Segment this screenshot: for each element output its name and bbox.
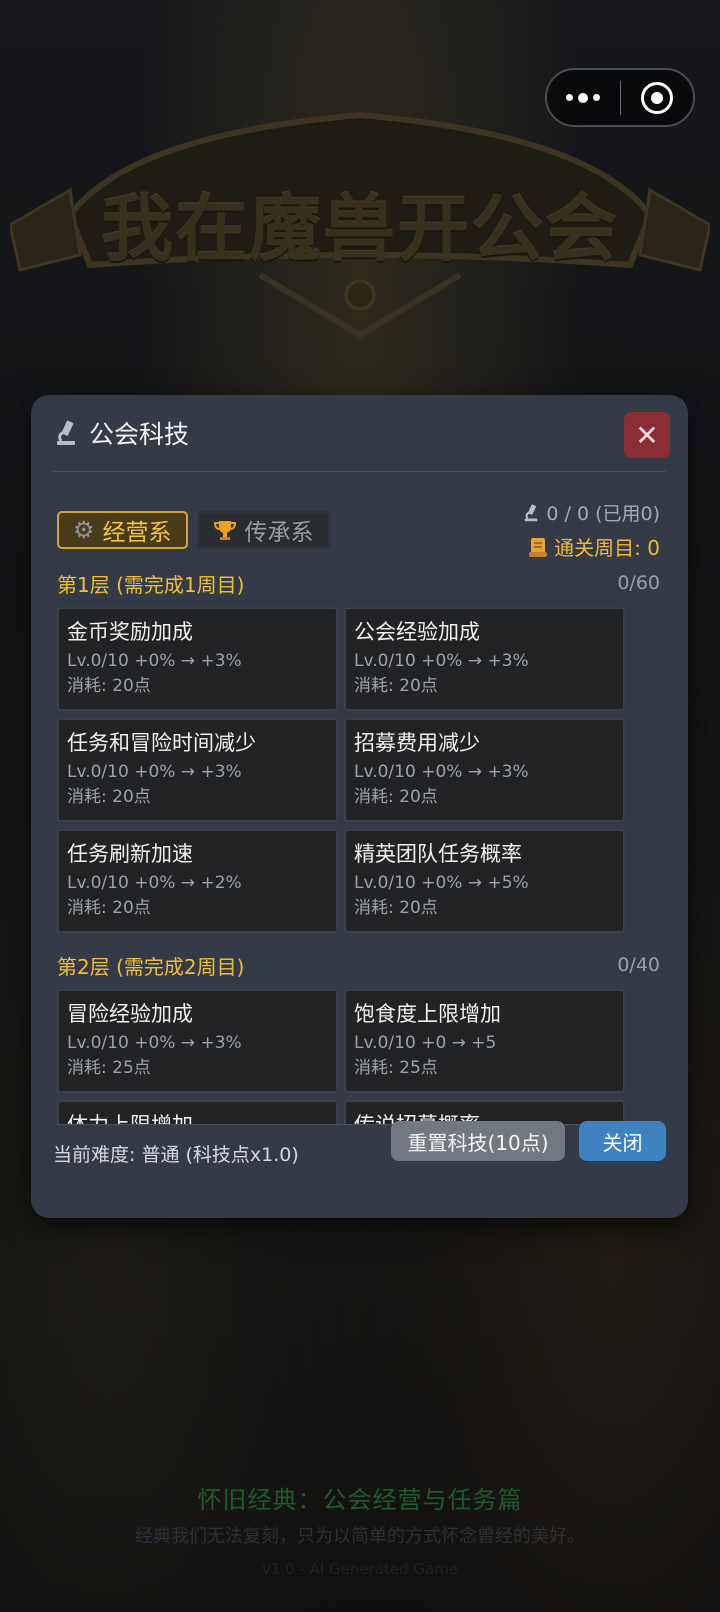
tech-level: Lv.0/10 +0% → +3% xyxy=(354,762,529,782)
tech-modal: 公会科技 ✕ ⚙ 经营系 传承系 0 / 0 (已用0) 通关周目: 0 第1层… xyxy=(31,395,688,1218)
reset-tech-button[interactable]: 重置科技(10点) xyxy=(391,1121,565,1161)
cycles-cleared: 通关周目: 0 xyxy=(522,532,660,561)
tier-grid: 金币奖励加成 Lv.0/10 +0% → +3% 消耗: 20点 公会经验加成 … xyxy=(57,607,660,933)
modal-header: 公会科技 ✕ xyxy=(53,395,670,472)
footer-title: 怀旧经典：公会经营与任务篇 xyxy=(197,1486,523,1514)
version-label: v1.0 - AI Generated Game xyxy=(261,1560,459,1578)
tech-level: Lv.0/10 +0% → +3% xyxy=(67,1033,242,1053)
tier-count: 0/40 xyxy=(617,954,660,976)
tab-management[interactable]: ⚙ 经营系 xyxy=(57,511,188,549)
microscope-icon xyxy=(525,503,538,521)
tech-name: 体力上限增加 xyxy=(67,1113,193,1125)
tech-level: Lv.0/10 +0% → +3% xyxy=(67,651,242,671)
tech-card[interactable]: 精英团队任务概率 Lv.0/10 +0% → +5% 消耗: 20点 xyxy=(344,829,625,933)
tech-card[interactable]: 任务和冒险时间减少 Lv.0/10 +0% → +3% 消耗: 20点 xyxy=(57,718,338,822)
exit-button[interactable] xyxy=(620,70,693,125)
more-button[interactable] xyxy=(547,70,620,125)
microscope-icon xyxy=(57,420,75,445)
tech-card[interactable]: 冒险经验加成 Lv.0/10 +0% → +3% 消耗: 25点 xyxy=(57,989,338,1093)
tier-title: 第2层 (需完成2周目) xyxy=(57,954,245,979)
modal-title: 公会科技 xyxy=(89,420,190,449)
cycles-text: 通关周目: 0 xyxy=(554,536,660,560)
tech-level: Lv.0/10 +0% → +3% xyxy=(67,762,242,782)
tier-header: 第2层 (需完成2周目) 0/40 xyxy=(57,949,660,981)
gear-icon: ⚙ xyxy=(73,516,95,544)
trophy-icon xyxy=(213,521,236,540)
tech-level: Lv.0/10 +0% → +5% xyxy=(354,873,529,893)
tech-card[interactable]: 公会经验加成 Lv.0/10 +0% → +3% 消耗: 20点 xyxy=(344,607,625,711)
tech-tabs: ⚙ 经营系 传承系 xyxy=(57,511,330,549)
tech-cost: 消耗: 25点 xyxy=(67,1058,151,1078)
tech-card[interactable]: 招募费用减少 Lv.0/10 +0% → +3% 消耗: 20点 xyxy=(344,718,625,822)
target-icon xyxy=(640,81,673,114)
tech-name: 任务刷新加速 xyxy=(67,842,193,866)
tech-cost: 消耗: 20点 xyxy=(67,676,151,696)
tech-level: Lv.0/10 +0 → +5 xyxy=(354,1033,497,1053)
tech-name: 饱食度上限增加 xyxy=(354,1002,501,1026)
tech-cost: 消耗: 20点 xyxy=(67,898,151,918)
tech-cost: 消耗: 20点 xyxy=(354,898,438,918)
tech-cost: 消耗: 20点 xyxy=(354,676,438,696)
tech-card[interactable]: 体力上限增加 xyxy=(57,1100,338,1125)
tech-name: 公会经验加成 xyxy=(354,620,480,644)
tier-header: 第1层 (需完成1周目) 0/60 xyxy=(57,567,660,599)
close-icon-button[interactable]: ✕ xyxy=(624,412,670,458)
tech-name: 任务和冒险时间减少 xyxy=(67,731,256,755)
tech-level: Lv.0/10 +0% → +3% xyxy=(354,651,529,671)
tier-grid: 冒险经验加成 Lv.0/10 +0% → +3% 消耗: 25点 饱食度上限增加… xyxy=(57,989,660,1125)
tab-label: 经营系 xyxy=(102,520,172,546)
tech-points: 0 / 0 (已用0) xyxy=(522,499,660,526)
tech-cost: 消耗: 20点 xyxy=(354,787,438,807)
tech-card[interactable]: 饱食度上限增加 Lv.0/10 +0 → +5 消耗: 25点 xyxy=(344,989,625,1093)
tech-cost: 消耗: 20点 xyxy=(67,787,151,807)
tab-label: 传承系 xyxy=(244,520,314,546)
tech-name: 招募费用减少 xyxy=(354,731,480,755)
tech-name: 精英团队任务概率 xyxy=(354,842,522,866)
points-text: 0 / 0 (已用0) xyxy=(546,503,660,525)
game-logo-text: 我在魔兽开公会 xyxy=(100,186,619,271)
close-button[interactable]: 关闭 xyxy=(579,1121,666,1161)
tech-list-scroll[interactable]: 第1层 (需完成1周目) 0/60 金币奖励加成 Lv.0/10 +0% → +… xyxy=(57,567,660,1125)
tab-legacy[interactable]: 传承系 xyxy=(196,511,330,549)
tech-name: 冒险经验加成 xyxy=(67,1002,193,1026)
close-icon: ✕ xyxy=(635,418,659,452)
tech-cost: 消耗: 25点 xyxy=(354,1058,438,1078)
tech-card[interactable]: 金币奖励加成 Lv.0/10 +0% → +3% 消耗: 20点 xyxy=(57,607,338,711)
tech-stats: 0 / 0 (已用0) 通关周目: 0 xyxy=(522,499,660,561)
tech-name: 金币奖励加成 xyxy=(67,620,193,644)
more-dots-icon xyxy=(566,92,601,103)
scroll-icon xyxy=(529,537,548,557)
difficulty-label: 当前难度: 普通 (科技点x1.0) xyxy=(53,1144,299,1166)
tier-count: 0/60 xyxy=(617,572,660,594)
tech-level: Lv.0/10 +0% → +2% xyxy=(67,873,242,893)
footer-subtitle: 经典我们无法复刻，只为以简单的方式怀念曾经的美好。 xyxy=(135,1526,585,1547)
mini-program-capsule xyxy=(545,68,695,127)
tech-card[interactable]: 任务刷新加速 Lv.0/10 +0% → +2% 消耗: 20点 xyxy=(57,829,338,933)
tier-title: 第1层 (需完成1周目) xyxy=(57,572,245,597)
